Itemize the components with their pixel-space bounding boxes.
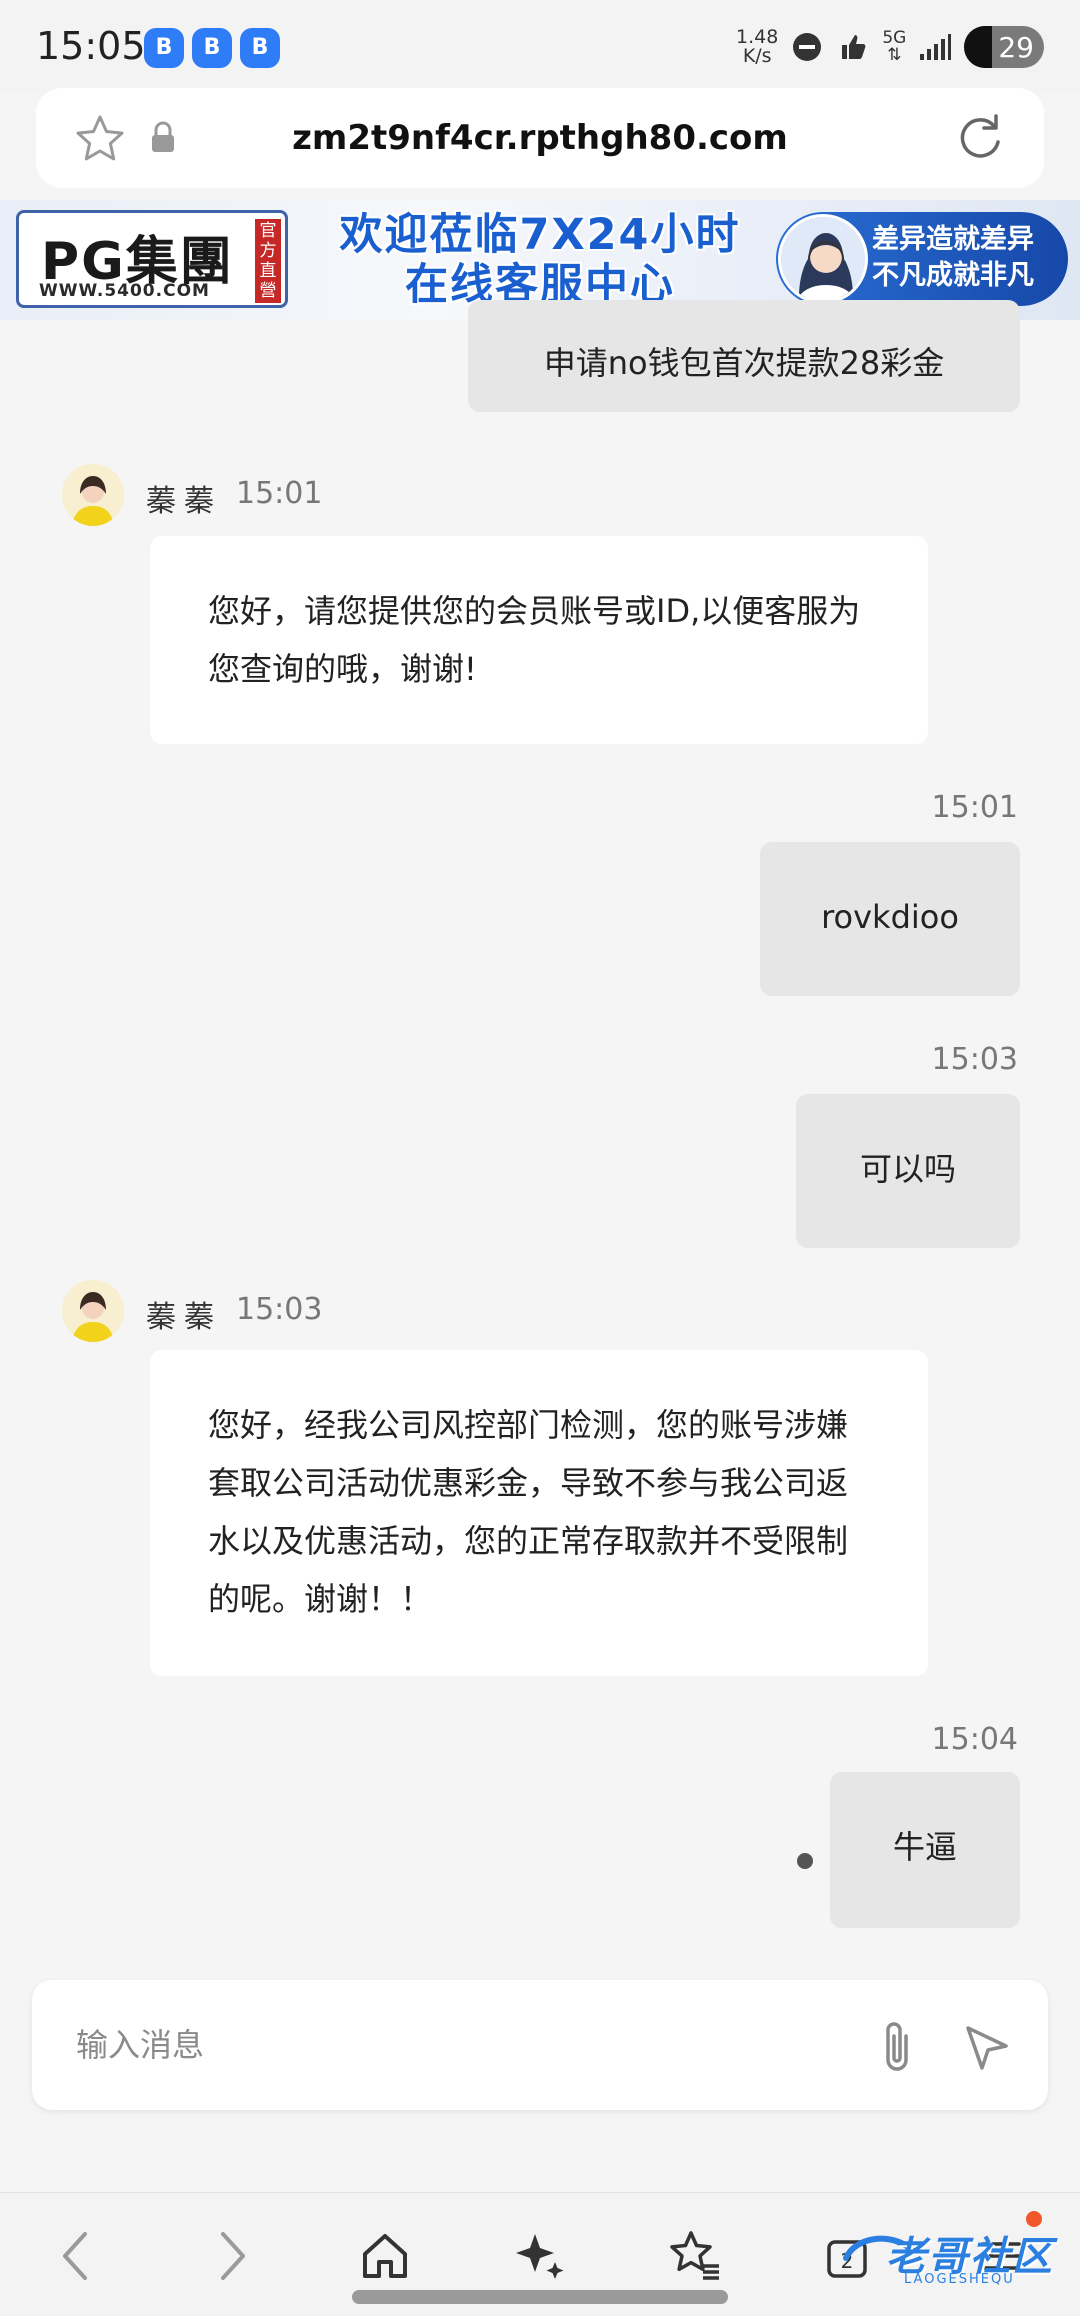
message-time: 15:03 bbox=[931, 1042, 1018, 1077]
send-icon[interactable] bbox=[952, 2012, 1022, 2082]
watermark-subtext: LAOGESHEQU bbox=[904, 2272, 1015, 2287]
app-notification-icon: B bbox=[240, 28, 280, 68]
my-message-bubble: 牛逼 bbox=[830, 1772, 1020, 1928]
chevron-left-icon[interactable] bbox=[40, 2221, 110, 2291]
net-speed-unit: K/s bbox=[742, 45, 772, 67]
watermark-logo: 老哥社区 LAOGESHEQU bbox=[840, 2220, 1070, 2290]
my-message-bubble: 可以吗 bbox=[796, 1094, 1020, 1248]
reload-icon[interactable] bbox=[954, 112, 1006, 168]
banner-slogan: 差异造就差异 不凡成就非凡 bbox=[776, 212, 1068, 306]
favorites-icon[interactable] bbox=[660, 2221, 730, 2291]
paperclip-icon[interactable] bbox=[862, 2012, 932, 2082]
battery-level: 29 bbox=[998, 30, 1034, 64]
message-text: 您好，经我公司风控部门检测，您的账号涉嫌套取公司活动优惠彩金，导致不参与我公司返… bbox=[208, 1406, 849, 1618]
message-time: 15:03 bbox=[236, 1292, 323, 1327]
message-text: 牛逼 bbox=[892, 1828, 957, 1866]
data-arrows-icon: ⇅ bbox=[887, 45, 902, 65]
slogan-text: 差异造就差异 不凡成就非凡 bbox=[872, 222, 1034, 294]
address-bar[interactable]: zm2t9nf4cr.rpthgh80.com bbox=[36, 88, 1044, 188]
thumbs-up-icon bbox=[836, 30, 870, 64]
logo-tag: 官方直營 bbox=[255, 219, 281, 303]
url-text[interactable]: zm2t9nf4cr.rpthgh80.com bbox=[36, 118, 1044, 158]
app-notification-icon: B bbox=[192, 28, 232, 68]
app-notification-icon: B bbox=[144, 28, 184, 68]
banner-line-1: 欢迎莅临7X24小时 bbox=[339, 210, 741, 260]
brand-logo: PG集團 官方直營 WWW.5400.COM bbox=[16, 210, 288, 308]
agent-avatar[interactable] bbox=[62, 464, 124, 526]
message-time: 15:04 bbox=[931, 1722, 1018, 1757]
chevron-right-icon[interactable] bbox=[198, 2221, 268, 2291]
message-text: 您好，请您提供您的会员账号或ID,以便客服为您查询的哦，谢谢! bbox=[208, 592, 861, 688]
message-text: 申请no钱包首次提款28彩金 bbox=[543, 344, 945, 382]
home-indicator[interactable] bbox=[352, 2290, 728, 2304]
slogan-line-1: 差异造就差异 bbox=[872, 224, 1034, 255]
screen: 15:05 B B B 1.48 K/s 5G ⇅ 29 zm2t9nf4cr.… bbox=[0, 0, 1080, 2316]
charging-icon bbox=[964, 26, 993, 68]
message-input[interactable] bbox=[76, 2014, 856, 2076]
message-time: 15:01 bbox=[931, 790, 1018, 825]
my-message-bubble: 申请no钱包首次提款28彩金 bbox=[468, 300, 1020, 412]
dnd-icon bbox=[790, 30, 824, 64]
net-speed: 1.48 K/s bbox=[736, 28, 778, 66]
message-composer bbox=[32, 1980, 1048, 2110]
logo-website: WWW.5400.COM bbox=[39, 281, 210, 301]
agent-message-bubble: 您好，经我公司风控部门检测，您的账号涉嫌套取公司活动优惠彩金，导致不参与我公司返… bbox=[150, 1350, 928, 1676]
network-type: 5G ⇅ bbox=[882, 30, 906, 64]
agent-avatar[interactable] bbox=[62, 1280, 124, 1342]
agent-message-bubble: 您好，请您提供您的会员账号或ID,以便客服为您查询的哦，谢谢! bbox=[150, 536, 928, 744]
message-time: 15:01 bbox=[236, 476, 323, 511]
agent-name: 蓁蓁 bbox=[146, 484, 222, 519]
battery-indicator: 29 bbox=[964, 26, 1044, 68]
slogan-line-2: 不凡成就非凡 bbox=[872, 260, 1034, 291]
chat-thread[interactable]: 申请no钱包首次提款28彩金 蓁蓁 15:01 您好，请您提供您的会员账号或ID… bbox=[0, 300, 1080, 1960]
support-agent-avatar bbox=[778, 214, 868, 304]
status-bar: 15:05 B B B 1.48 K/s 5G ⇅ 29 bbox=[0, 0, 1080, 92]
sending-status-dot bbox=[797, 1853, 813, 1869]
message-text: rovkdioo bbox=[821, 898, 959, 936]
status-time: 15:05 bbox=[36, 24, 146, 68]
home-icon[interactable] bbox=[350, 2221, 420, 2291]
my-message-bubble: rovkdioo bbox=[760, 842, 1020, 996]
message-text: 可以吗 bbox=[859, 1150, 956, 1188]
agent-name: 蓁蓁 bbox=[146, 1300, 222, 1335]
status-icons: 1.48 K/s 5G ⇅ 29 bbox=[736, 22, 1044, 72]
banner-headline: 欢迎莅临7X24小时 在线客服中心 bbox=[320, 210, 760, 310]
signal-icon bbox=[918, 30, 952, 64]
sparkle-icon[interactable] bbox=[504, 2221, 574, 2291]
